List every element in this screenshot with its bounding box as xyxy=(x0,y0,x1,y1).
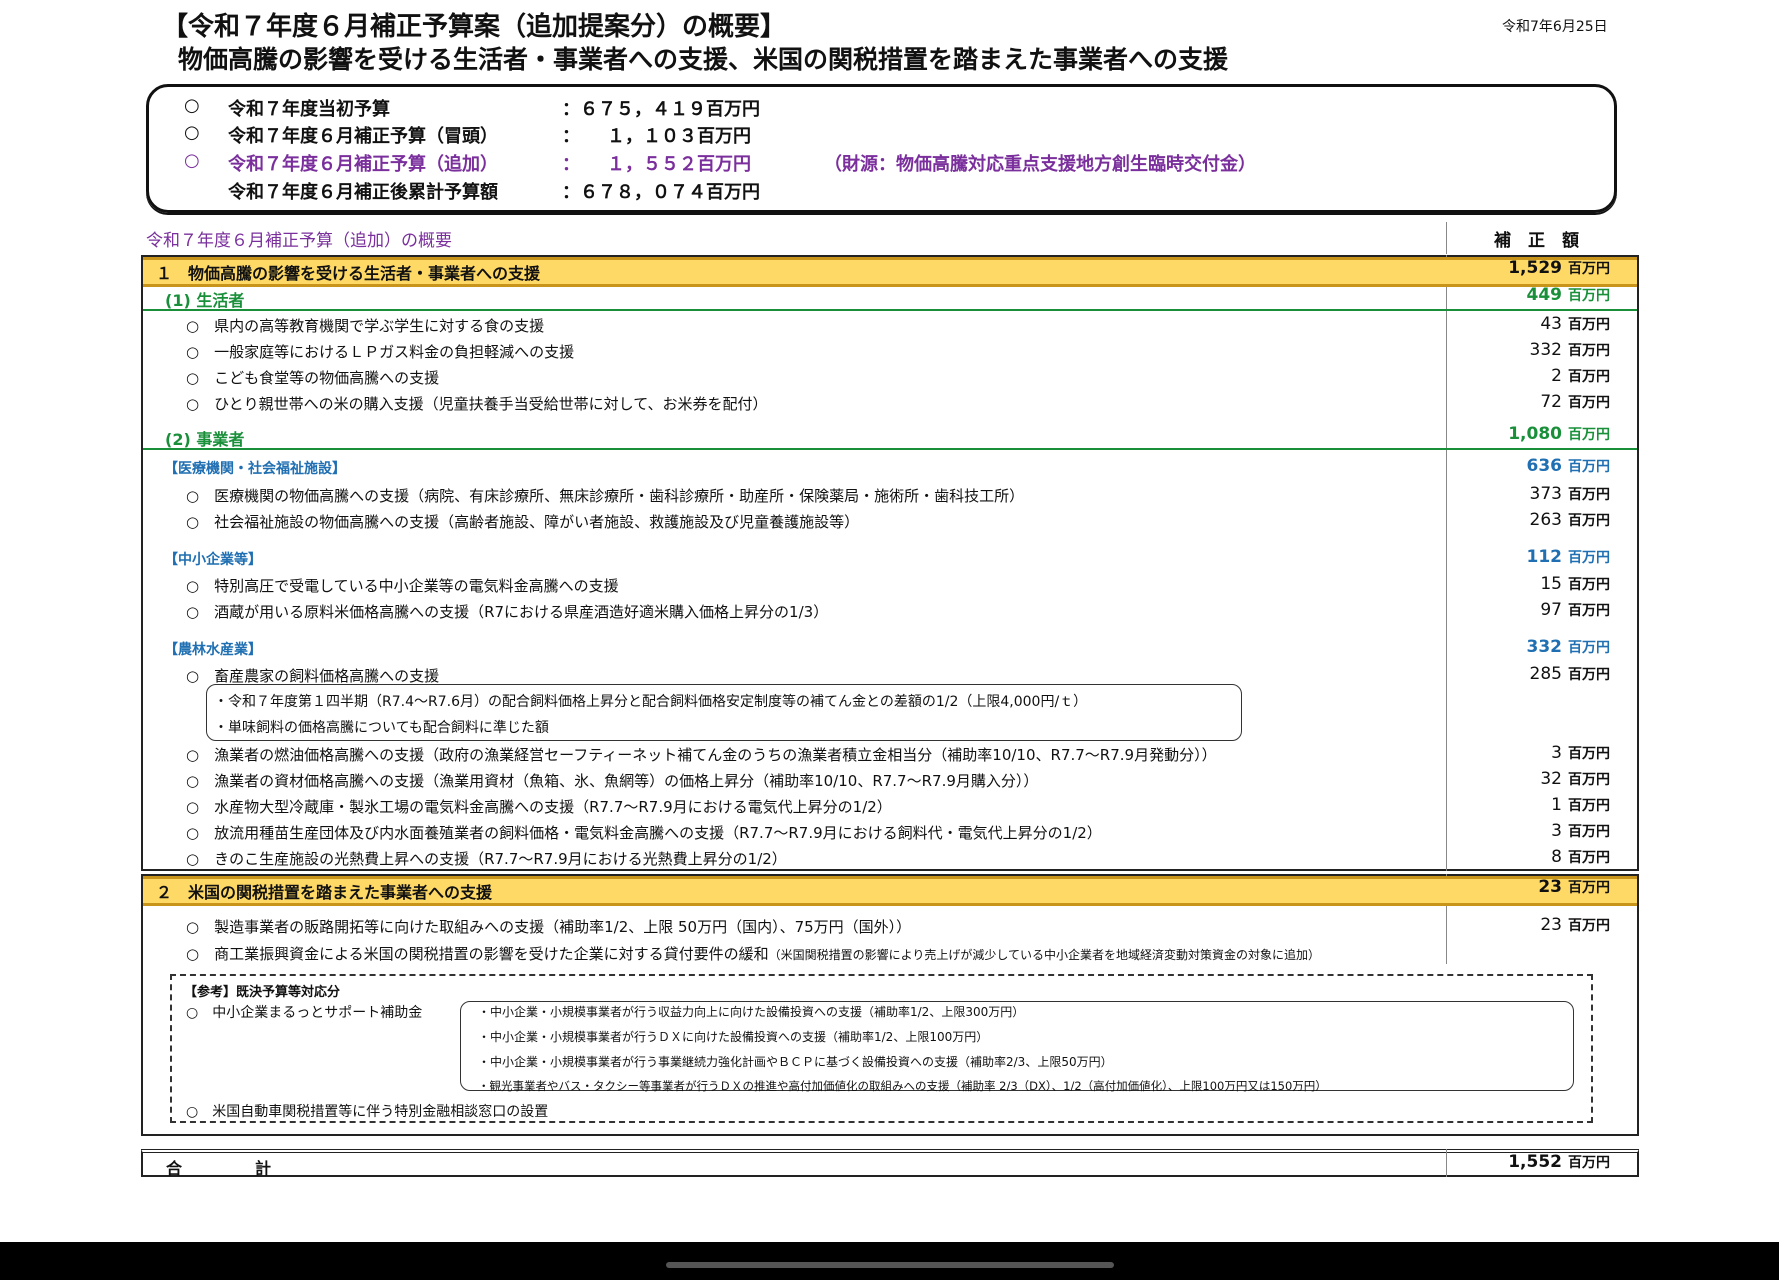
category-sme: 【中小企業等】 xyxy=(164,552,262,568)
item-amount: 263 百万円 xyxy=(1529,510,1610,530)
item-amount: 32 百万円 xyxy=(1540,769,1610,789)
page-title: 【令和７年度６月補正予算案（追加提案分）の概要】 xyxy=(162,12,787,42)
reference-detail: ・中小企業・小規模事業者が行うＤＸに向けた設備投資への支援（補助率1/2、上限1… xyxy=(478,1030,989,1044)
list-item: ○ 社会福祉施設の物価高騰への支援（高齢者施設、障がい者施設、救護施設及び児童養… xyxy=(186,513,860,531)
item-amount: 43 百万円 xyxy=(1540,314,1610,334)
reference-detail: ・中小企業・小規模事業者が行う収益力向上に向けた設備投資への支援（補助率1/2、… xyxy=(478,1005,1025,1019)
category-agri-amount: 332 百万円 xyxy=(1526,637,1611,657)
reference-detail: ・中小企業・小規模事業者が行う事業継続力強化計画やＢＣＰに基づく設備投資への支援… xyxy=(478,1055,1113,1069)
funding-source-note: （財源：物価高騰対応重点支援地方創生臨時交付金） xyxy=(824,154,1256,175)
list-item: ○ きのこ生産施設の光熱費上昇への支援（R7.7～R7.9月における光熱費上昇分… xyxy=(186,850,787,868)
list-item: ○ ひとり親世帯への米の購入支援（児童扶養手当受給世帯に対して、お米券を配付） xyxy=(186,395,768,413)
list-item: ○ 中小企業まるっとサポート補助金 xyxy=(186,1005,423,1021)
sub1-underline xyxy=(143,309,1637,311)
item-amount: 1 百万円 xyxy=(1551,795,1610,815)
list-item: ○ 一般家庭等におけるＬＰガス料金の負担軽減への支援 xyxy=(186,343,575,361)
item-amount: 332 百万円 xyxy=(1529,340,1610,360)
sub2-title: (2) 事業者 xyxy=(165,430,245,449)
document-date: 令和7年6月25日 xyxy=(1502,19,1608,35)
note-line: ・単味飼料の価格高騰についても配合飼料に準じた額 xyxy=(214,720,549,736)
list-item: ○ 製造事業者の販路開拓等に向けた取組みへの支援（補助率1/2、上限 50万円（… xyxy=(186,918,912,936)
total-label-a: 合 xyxy=(166,1159,183,1178)
list-item: ○ 漁業者の燃油価格高騰への支援（政府の漁業経営セーフティーネット補てん金のうち… xyxy=(186,746,1217,764)
list-item: ○ 酒蔵が用いる原料米価格高騰への支援（R7における県産酒造好適米購入価格上昇分… xyxy=(186,603,829,621)
sub2-amount: 1,080 百万円 xyxy=(1508,424,1610,444)
total-row xyxy=(141,1149,1639,1177)
list-item: ○ 県内の高等教育機関で学ぶ学生に対する食の支援 xyxy=(186,317,545,335)
note-line: ・令和７年度第１四半期（R7.4～R7.6月）の配合飼料価格上昇分と配合飼料価格… xyxy=(214,694,1088,710)
list-item: ○ 畜産農家の飼料価格高騰への支援 xyxy=(186,667,440,685)
column-divider xyxy=(1446,222,1447,254)
list-item: ○ 放流用種苗生産団体及び内水面養殖業者の飼料価格・電気料金高騰への支援（R7.… xyxy=(186,824,1102,842)
category-medical-amount: 636 百万円 xyxy=(1526,456,1611,476)
sub1-amount: 449 百万円 xyxy=(1526,285,1611,305)
amount-column-header: 補 正 額 xyxy=(1494,231,1579,251)
item-amount: 3 百万円 xyxy=(1551,743,1610,763)
page-subtitle: 物価高騰の影響を受ける生活者・事業者への支援、米国の関税措置を踏まえた事業者への… xyxy=(178,45,1229,74)
home-indicator[interactable] xyxy=(666,1262,1114,1268)
sub1-title: (1) 生活者 xyxy=(165,291,245,310)
item-amount: 373 百万円 xyxy=(1529,484,1610,504)
item-amount: 15 百万円 xyxy=(1540,574,1610,594)
item-amount: 97 百万円 xyxy=(1540,600,1610,620)
list-item: ○ 商工業振興資金による米国の関税措置の影響を受けた企業に対する貸付要件の緩和（… xyxy=(186,945,1321,963)
section1-amount: 1,529 百万円 xyxy=(1508,258,1610,278)
section2-amount: 23 百万円 xyxy=(1538,877,1610,897)
reference-detail: ・観光事業者やバス・タクシー等事業者が行うＤＸの推進や高付加価値化の取組みへの支… xyxy=(478,1079,1327,1093)
list-item: ○ 水産物大型冷蔵庫・製氷工場の電気料金高騰への支援（R7.7～R7.9月におけ… xyxy=(186,798,892,816)
item-amount: 3 百万円 xyxy=(1551,821,1610,841)
list-item: ○ 米国自動車関税措置等に伴う特別金融相談窓口の設置 xyxy=(186,1104,549,1120)
total-label-b: 計 xyxy=(255,1159,272,1178)
item-note: （米国関税措置の影響により売上げが減少している中小企業者を地域経済変動対策資金の… xyxy=(768,948,1321,962)
list-item: ○ 特別高圧で受電している中小企業等の電気料金高騰への支援 xyxy=(186,577,619,595)
item-amount: 8 百万円 xyxy=(1551,847,1610,867)
list-item: ○ 医療機関の物価高騰への支援（病院、有床診療所、無床診療所・歯科診療所・助産所… xyxy=(186,487,1025,505)
section1-title: １ 物価高騰の影響を受ける生活者・事業者への支援 xyxy=(156,264,541,283)
section2-title: ２ 米国の関税措置を踏まえた事業者への支援 xyxy=(156,883,493,902)
item-amount: 2 百万円 xyxy=(1551,366,1610,386)
device-bottom-bar xyxy=(0,1242,1779,1280)
item-amount: 285 百万円 xyxy=(1529,664,1610,684)
category-agri: 【農林水産業】 xyxy=(164,642,262,658)
item-amount: 23 百万円 xyxy=(1540,915,1610,935)
item-amount: 72 百万円 xyxy=(1540,392,1610,412)
list-item: ○ 漁業者の資材価格高騰への支援（漁業用資材（魚箱、氷、魚網等）の価格上昇分（補… xyxy=(186,772,1039,790)
total-amount: 1,552 百万円 xyxy=(1508,1152,1610,1172)
reference-title: 【参考】既決予算等対応分 xyxy=(184,985,341,1000)
list-item: ○ こども食堂等の物価高騰への支援 xyxy=(186,369,440,387)
category-medical: 【医療機関・社会福祉施設】 xyxy=(164,461,346,477)
table-caption: 令和７年度６月補正予算（追加）の概要 xyxy=(146,231,452,251)
category-sme-amount: 112 百万円 xyxy=(1526,547,1611,567)
sub2-underline xyxy=(143,448,1637,450)
